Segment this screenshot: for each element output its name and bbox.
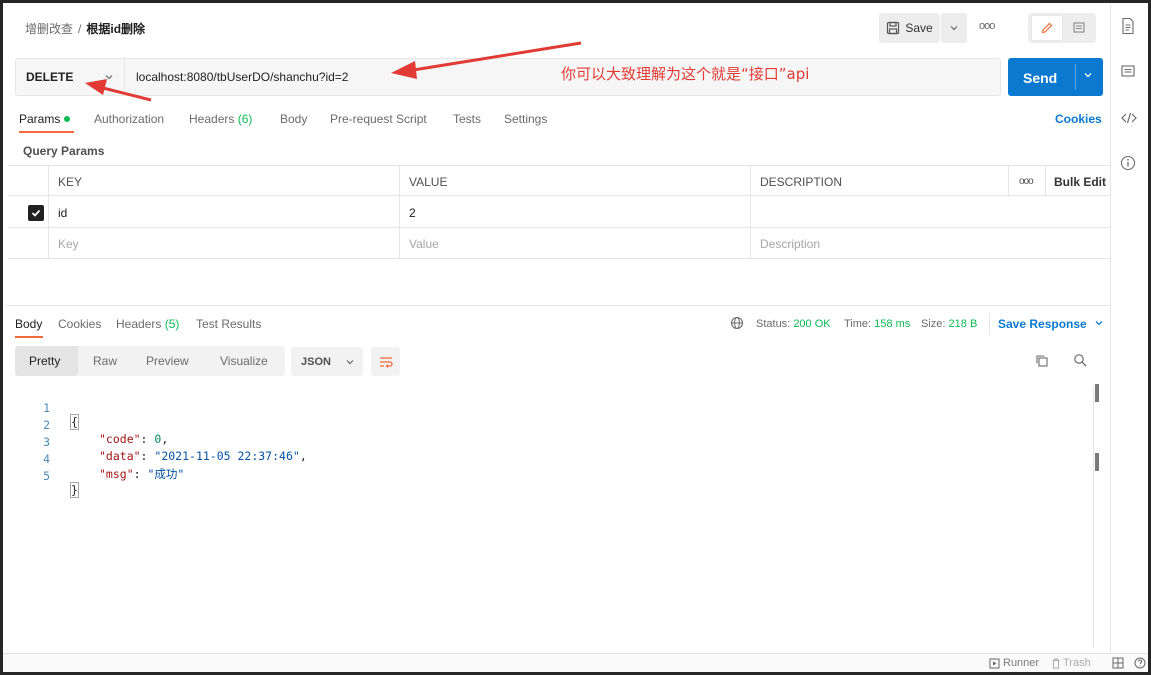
headers-count: (6) — [237, 112, 253, 126]
tab-body[interactable]: Body — [280, 112, 307, 126]
response-tab-body[interactable]: Body — [15, 317, 42, 331]
comments-icon[interactable] — [1120, 64, 1138, 82]
send-split-divider — [1075, 64, 1076, 90]
format-raw-tab[interactable]: Raw — [79, 346, 131, 376]
format-preview-tab[interactable]: Preview — [132, 346, 203, 376]
runner-button[interactable]: Runner — [989, 657, 1039, 669]
size-value: 218 B — [948, 318, 978, 330]
save-response-label: Save Response — [998, 317, 1087, 331]
param-value-cell[interactable]: 2 — [400, 197, 751, 228]
size-label: Size: — [921, 318, 946, 330]
status-value: 200 OK — [793, 318, 831, 330]
table-row: id 2 — [8, 197, 1110, 228]
send-label[interactable]: Send — [1023, 70, 1057, 86]
language-select-label: JSON — [301, 355, 331, 368]
time-label: Time: — [844, 318, 872, 330]
response-time[interactable]: Time: 158 ms — [844, 318, 910, 330]
format-pretty-tab[interactable]: Pretty — [15, 346, 78, 376]
search-icon[interactable] — [1073, 353, 1088, 371]
tab-headers-label: Headers — [189, 112, 235, 126]
row-checkbox-cell — [8, 228, 49, 259]
response-headers-count: (5) — [164, 317, 180, 331]
chevron-down-icon — [346, 359, 354, 364]
layout-toggle-icon[interactable] — [1112, 657, 1124, 672]
checkbox-column-header — [8, 166, 49, 197]
response-tab-test-results[interactable]: Test Results — [196, 317, 261, 331]
code-brace-close: } — [70, 482, 79, 498]
tab-headers[interactable]: Headers (6) — [189, 112, 252, 126]
status-separator — [989, 313, 990, 335]
scrollbar-marker — [1095, 453, 1099, 471]
chevron-down-icon — [1095, 321, 1103, 326]
tab-tests[interactable]: Tests — [453, 112, 481, 126]
new-value-input[interactable]: Value — [400, 228, 751, 259]
runner-icon — [989, 658, 1000, 668]
param-key-cell[interactable]: id — [49, 197, 400, 228]
info-icon[interactable] — [1120, 155, 1138, 173]
editor-scrollbar-track[interactable] — [1093, 386, 1094, 648]
column-options-button[interactable]: ooo — [1009, 166, 1046, 197]
language-select[interactable]: JSON — [291, 347, 363, 376]
code-line: 1 { — [15, 387, 415, 430]
wrap-lines-button[interactable] — [371, 347, 400, 376]
status-label: Status: — [756, 318, 791, 330]
trash-button[interactable]: Trash — [1051, 657, 1091, 669]
status-bar: Runner Trash — [3, 653, 1148, 672]
code-line: 5 } — [15, 455, 415, 498]
row-checkbox-cell — [8, 197, 49, 228]
active-tab-indicator — [19, 131, 74, 133]
scrollbar-marker — [1095, 384, 1099, 402]
code-line: 4 "msg": "成功" — [15, 438, 415, 481]
runner-label: Runner — [1003, 657, 1040, 669]
response-status[interactable]: Status: 200 OK — [756, 318, 831, 330]
request-workspace: 增删改查 / 根据id删除 Save ooo DELETE localhost:80… — [3, 3, 1113, 653]
wrap-lines-icon — [379, 356, 393, 368]
response-size[interactable]: Size: 218 B — [921, 318, 977, 330]
tab-params[interactable]: Params — [19, 112, 71, 126]
globe-icon[interactable] — [730, 316, 744, 333]
tab-prerequest-script[interactable]: Pre-request Script — [330, 112, 427, 126]
query-params-title: Query Params — [23, 144, 105, 158]
response-tab-headers[interactable]: Headers (5) — [116, 317, 179, 331]
tab-authorization[interactable]: Authorization — [94, 112, 164, 126]
copy-icon[interactable] — [1035, 354, 1049, 371]
checkmark-icon — [31, 209, 41, 217]
line-number: 5 — [43, 469, 50, 483]
tab-params-label: Params — [19, 112, 61, 126]
time-value: 158 ms — [874, 318, 911, 330]
params-active-dot — [64, 116, 71, 122]
table-row-empty: Key Value Description — [8, 228, 1110, 259]
trash-icon — [1052, 658, 1060, 668]
documentation-icon[interactable] — [1120, 17, 1138, 35]
send-options-chevron-icon[interactable] — [1083, 70, 1093, 83]
column-header-description: DESCRIPTION — [751, 166, 1009, 197]
code-snippet-icon[interactable] — [1120, 110, 1138, 128]
new-key-input[interactable]: Key — [49, 228, 400, 259]
help-icon[interactable] — [1134, 657, 1146, 672]
annotation-arrows — [85, 41, 582, 102]
format-visualize-tab[interactable]: Visualize — [206, 346, 282, 376]
param-description-cell[interactable] — [751, 197, 1110, 228]
right-sidebar — [1110, 3, 1148, 653]
pane-divider[interactable] — [6, 305, 1113, 306]
response-tab-cookies[interactable]: Cookies — [58, 317, 101, 331]
save-response-button[interactable]: Save Response — [998, 317, 1104, 331]
table-header-row: KEY VALUE DESCRIPTION ooo Bulk Edit — [8, 165, 1110, 197]
bulk-edit-button[interactable]: Bulk Edit — [1046, 166, 1110, 197]
column-header-key: KEY — [49, 166, 400, 197]
response-active-tab-indicator — [15, 336, 43, 338]
tab-settings[interactable]: Settings — [504, 112, 547, 126]
trash-label: Trash — [1063, 657, 1091, 669]
code-line: 3 "data": "2021-11-05 22:37:46", — [15, 421, 415, 463]
column-header-value: VALUE — [400, 166, 751, 197]
code-line: 2 "code": 0, — [15, 404, 415, 446]
new-description-input[interactable]: Description — [751, 228, 1110, 259]
cookies-link[interactable]: Cookies — [1055, 112, 1102, 126]
response-tab-headers-label: Headers — [116, 317, 162, 331]
param-enabled-checkbox[interactable] — [28, 204, 44, 221]
